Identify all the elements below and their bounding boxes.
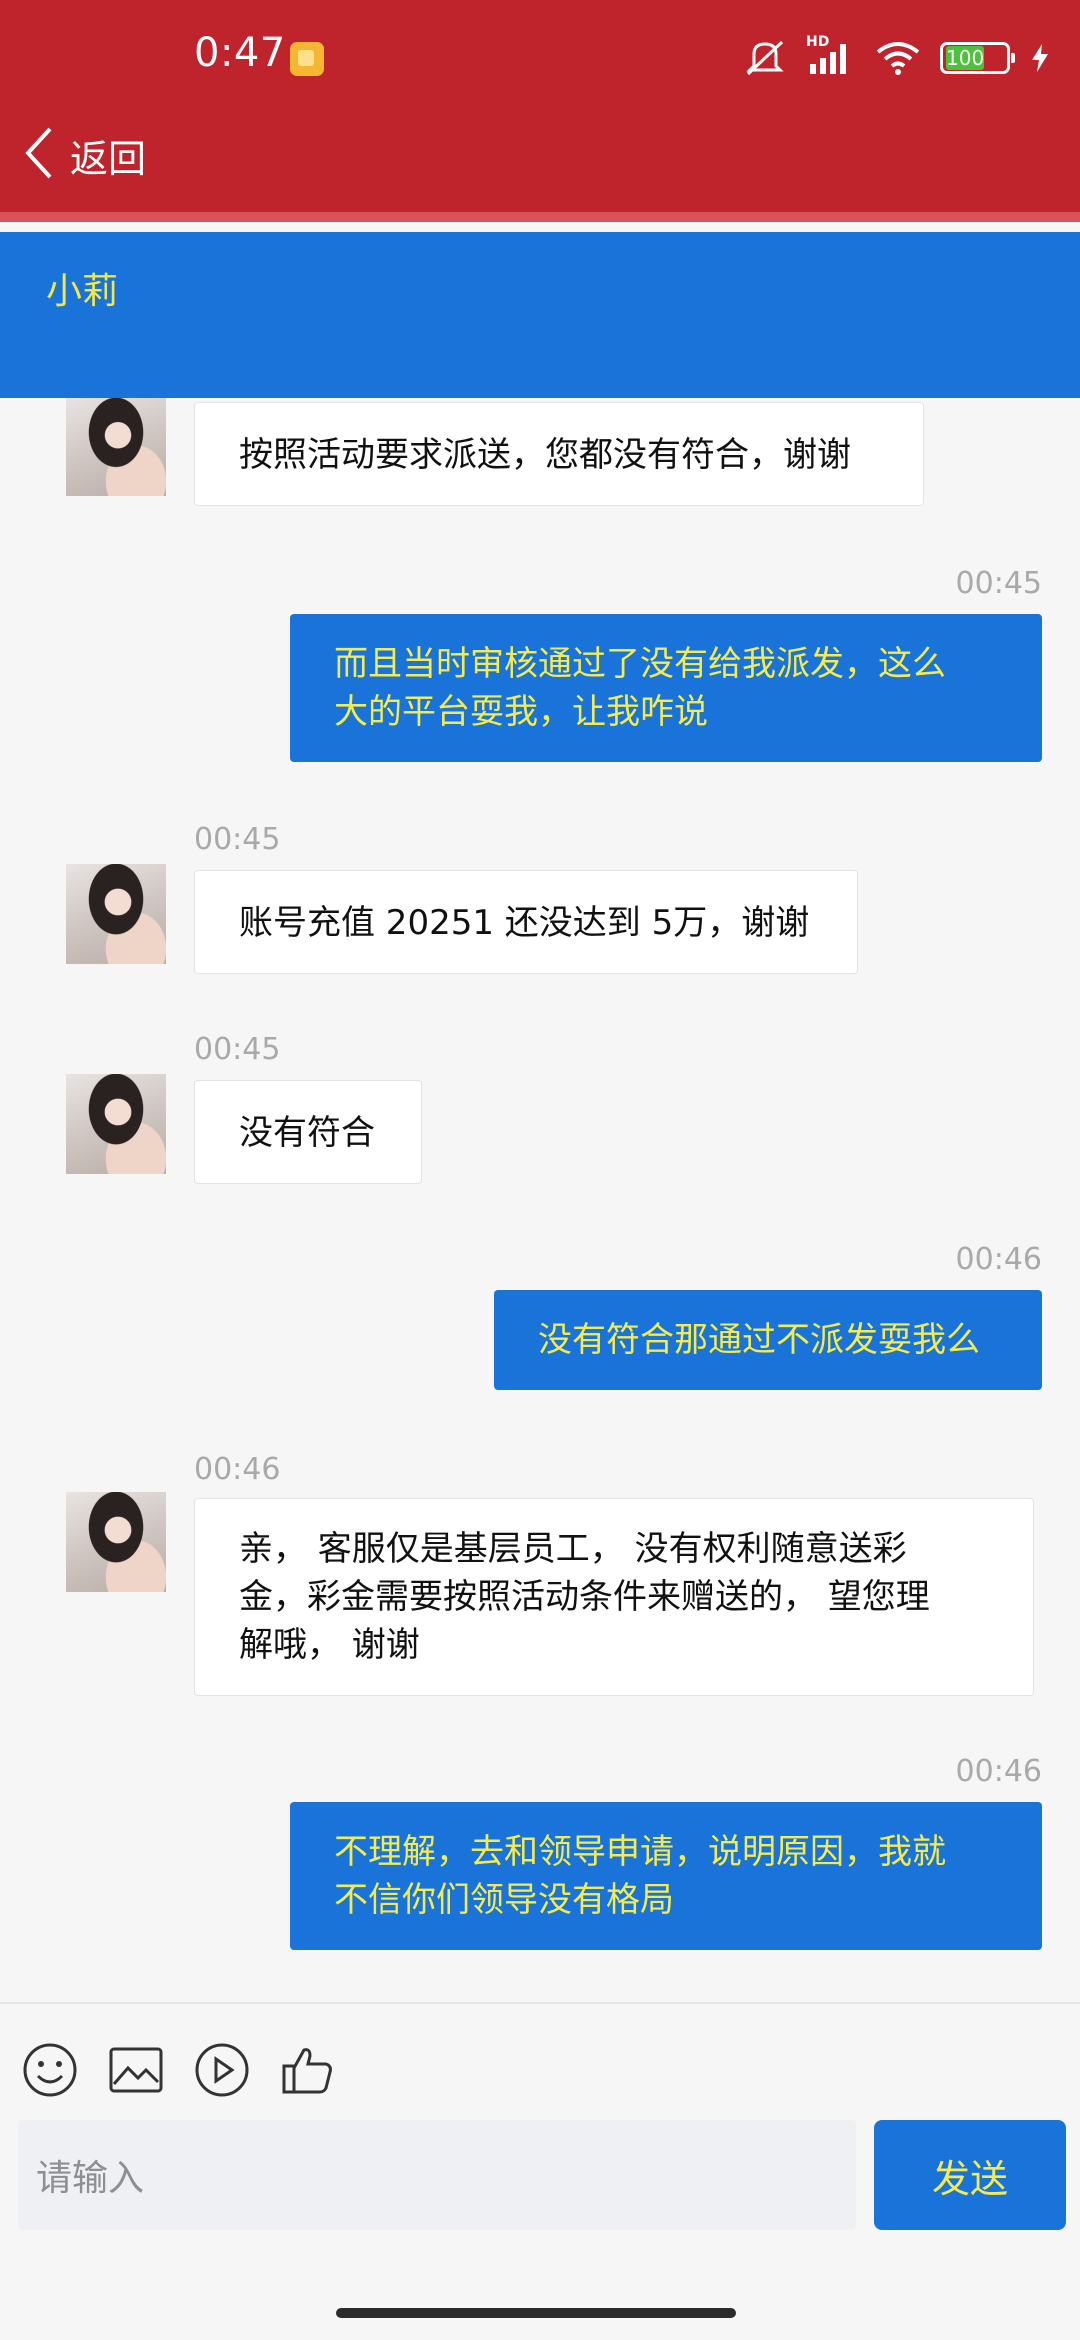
status-time: 0:47 <box>194 30 286 76</box>
charging-icon <box>1030 42 1050 74</box>
status-icons: HD 100 <box>744 34 1050 80</box>
message-time: 00:45 <box>194 822 281 857</box>
message-text: 按照活动要求派送，您都没有符合，谢谢 <box>239 435 851 475</box>
message-time: 00:46 <box>194 1452 281 1487</box>
message-time: 00:45 <box>194 1032 281 1067</box>
message-bubble-incoming[interactable]: 账号充值 20251 还没达到 5万，谢谢 <box>194 870 858 974</box>
back-button[interactable]: 返回 <box>24 120 146 190</box>
message-text: 没有符合那通过不派发耍我么 <box>538 1320 980 1360</box>
message-text: 大的平台耍我，让我咋说 <box>334 692 708 732</box>
message-bubble-outgoing[interactable]: 没有符合那通过不派发耍我么 <box>494 1290 1042 1390</box>
battery-level: 100 <box>946 46 985 70</box>
message-input-placeholder: 请输入 <box>36 2158 145 2199</box>
agent-avatar[interactable] <box>66 864 166 964</box>
notes-app-icon <box>290 42 324 76</box>
contact-header: 小莉 <box>0 232 1080 398</box>
send-button[interactable]: 发送 <box>874 2120 1066 2230</box>
back-label: 返回 <box>70 136 147 181</box>
composer-toolbar <box>22 2040 336 2100</box>
agent-avatar[interactable] <box>66 1074 166 1174</box>
composer-divider <box>0 2002 1080 2004</box>
message-bubble-incoming[interactable]: 亲， 客服仅是基层员工， 没有权利随意送彩 金，彩金需要按照活动条件来赠送的， … <box>194 1498 1034 1696</box>
mute-vibrate-icon <box>744 38 786 78</box>
message-time: 00:46 <box>955 1242 1042 1277</box>
contact-name: 小莉 <box>46 271 119 312</box>
video-icon[interactable] <box>194 2042 250 2098</box>
thumbs-up-icon[interactable] <box>280 2042 336 2098</box>
top-app-bar: 0:47 HD 100 返回 <box>0 0 1080 222</box>
chat-list[interactable]: 按照活动要求派送，您都没有符合，谢谢 00:45 而且当时审核通过了没有给我派发… <box>0 398 1080 2002</box>
message-text: 金，彩金需要按照活动条件来赠送的， 望您理 <box>239 1577 930 1617</box>
wifi-icon <box>876 40 920 76</box>
message-bubble-outgoing[interactable]: 而且当时审核通过了没有给我派发，这么 大的平台耍我，让我咋说 <box>290 614 1042 762</box>
message-time: 00:45 <box>955 566 1042 601</box>
message-bubble-outgoing[interactable]: 不理解，去和领导申请，说明原因，我就 不信你们领导没有格局 <box>290 1802 1042 1950</box>
agent-avatar[interactable] <box>66 398 166 496</box>
message-text: 而且当时审核通过了没有给我派发，这么 <box>334 644 946 684</box>
agent-avatar[interactable] <box>66 1492 166 1592</box>
message-text: 不信你们领导没有格局 <box>334 1880 674 1920</box>
message-input[interactable]: 请输入 <box>18 2120 856 2230</box>
signal-icon: HD <box>806 34 856 76</box>
message-text: 解哦， 谢谢 <box>239 1625 420 1665</box>
message-time: 00:46 <box>955 1754 1042 1789</box>
message-text: 亲， 客服仅是基层员工， 没有权利随意送彩 <box>239 1529 907 1569</box>
emoji-icon[interactable] <box>22 2042 78 2098</box>
battery-icon: 100 <box>940 42 1015 74</box>
home-indicator[interactable] <box>336 2308 736 2318</box>
message-text: 没有符合 <box>239 1113 375 1153</box>
header-divider <box>0 212 1080 222</box>
image-icon[interactable] <box>108 2042 164 2098</box>
message-text: 不理解，去和领导申请，说明原因，我就 <box>334 1832 946 1872</box>
message-bubble-incoming[interactable]: 按照活动要求派送，您都没有符合，谢谢 <box>194 402 924 506</box>
chevron-left-icon <box>24 125 54 185</box>
message-text: 账号充值 20251 还没达到 5万，谢谢 <box>239 903 810 943</box>
message-bubble-incoming[interactable]: 没有符合 <box>194 1080 422 1184</box>
network-label: HD <box>806 34 830 50</box>
